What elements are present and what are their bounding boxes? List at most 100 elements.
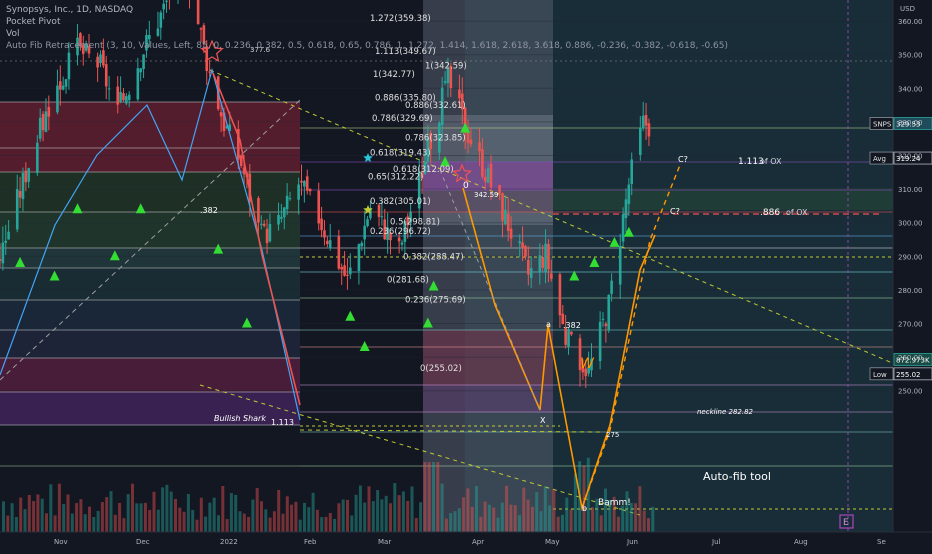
legend-volume[interactable]: Vol bbox=[6, 28, 728, 40]
candle-body bbox=[21, 172, 25, 200]
annotation-neckline: neckline 282.82 bbox=[697, 408, 754, 416]
time-tick-label: Se bbox=[877, 538, 886, 546]
volume-bar bbox=[118, 502, 122, 532]
candle-body bbox=[61, 85, 65, 90]
candle-body bbox=[498, 184, 501, 194]
candle-body bbox=[285, 195, 289, 210]
candle-body bbox=[119, 91, 122, 103]
volume-bar bbox=[565, 497, 569, 532]
candle-body bbox=[27, 168, 31, 182]
candle-body bbox=[337, 236, 341, 269]
candle-body bbox=[282, 207, 286, 218]
candle-body bbox=[647, 123, 651, 137]
volume-bar bbox=[470, 506, 474, 532]
volume-bar bbox=[152, 491, 156, 532]
candle-body bbox=[641, 115, 645, 129]
annotation-b-label: b bbox=[582, 504, 587, 513]
volume-bar bbox=[384, 495, 388, 532]
candle-body bbox=[277, 214, 280, 225]
legend-symbol[interactable]: Synopsys, Inc., 1D, NASDAQ bbox=[6, 4, 728, 16]
time-tick-label: Mar bbox=[378, 538, 391, 546]
candle-body bbox=[504, 209, 507, 224]
candle-body bbox=[268, 223, 272, 242]
volume-bar bbox=[496, 517, 500, 532]
volume-bar bbox=[358, 485, 362, 532]
fib-label: 1(342.77) bbox=[373, 70, 415, 80]
annotation-shark-1113: 1.113 bbox=[271, 418, 294, 427]
legend-auto-fib[interactable]: Auto Fib Retracement (3, 10, Values, Lef… bbox=[6, 40, 728, 52]
legend-pocket-pivot[interactable]: Pocket Pivot bbox=[6, 16, 728, 28]
volume-bar bbox=[513, 505, 517, 532]
volume-bar bbox=[285, 496, 289, 532]
volume-bar bbox=[191, 509, 195, 532]
volume-bar bbox=[453, 511, 457, 532]
candle-body bbox=[630, 159, 634, 185]
candle-body bbox=[469, 139, 473, 145]
badge-label: Avg bbox=[873, 155, 886, 163]
volume-bar bbox=[539, 511, 543, 532]
candle-body bbox=[219, 112, 223, 117]
candle-body bbox=[259, 223, 263, 225]
volume-bar bbox=[212, 497, 216, 532]
annotation-bamm: Bamm! bbox=[598, 498, 631, 508]
candle-body bbox=[64, 79, 68, 87]
candle-body bbox=[18, 190, 22, 198]
volume-bar bbox=[255, 487, 259, 532]
volume-bar bbox=[591, 507, 595, 532]
volume-bar bbox=[79, 499, 83, 532]
candle-body bbox=[618, 245, 622, 285]
candle-body bbox=[116, 86, 120, 105]
candle-body bbox=[96, 56, 99, 68]
candle-body bbox=[363, 225, 366, 240]
candle-body bbox=[303, 181, 306, 187]
candle-body bbox=[36, 142, 39, 173]
volume-bar bbox=[324, 516, 328, 532]
candle-body bbox=[1, 242, 5, 264]
candle-body bbox=[627, 184, 631, 205]
price-tick-label: 340.00 bbox=[898, 85, 923, 93]
badge-value: 872.973K bbox=[896, 356, 930, 364]
candle-body bbox=[320, 218, 323, 231]
candle-body bbox=[607, 294, 611, 331]
candle-body bbox=[349, 267, 352, 275]
candle-body bbox=[326, 240, 329, 245]
candle-body bbox=[481, 149, 484, 177]
volume-bar bbox=[432, 462, 435, 532]
volume-bar bbox=[109, 491, 113, 532]
volume-bar bbox=[126, 494, 130, 532]
volume-bar bbox=[530, 506, 534, 532]
badge-value: 319.24 bbox=[896, 155, 921, 163]
legend: Synopsys, Inc., 1D, NASDAQ Pocket Pivot … bbox=[6, 4, 728, 52]
annotation-ox113-tail: of OX bbox=[760, 157, 782, 166]
volume-bar bbox=[113, 514, 117, 532]
candle-body bbox=[443, 81, 447, 83]
candle-body bbox=[38, 117, 42, 139]
volume-bar bbox=[367, 486, 371, 532]
candle-body bbox=[397, 237, 401, 242]
candle-body bbox=[300, 180, 303, 183]
volume-bar bbox=[651, 506, 655, 532]
volume-bar bbox=[217, 515, 220, 532]
candle-body bbox=[288, 198, 292, 200]
candle-body bbox=[547, 244, 550, 270]
time-tick-label: Jul bbox=[711, 538, 721, 546]
volume-bar bbox=[225, 519, 229, 532]
volume-bar bbox=[242, 513, 246, 532]
volume-bar bbox=[389, 503, 392, 532]
earnings-marker-label: E bbox=[843, 518, 849, 528]
volume-bar bbox=[143, 502, 147, 532]
chart[interactable]: 0.618(385.52)1.272(359.38)1.113(349.67)1… bbox=[0, 0, 932, 550]
candle-body bbox=[343, 265, 346, 276]
candle-body bbox=[366, 219, 369, 227]
chart-canvas[interactable]: 0.618(385.52)1.272(359.38)1.113(349.67)1… bbox=[0, 0, 932, 550]
volume-bar bbox=[543, 486, 547, 532]
volume-bar bbox=[66, 494, 70, 532]
candle-body bbox=[305, 176, 309, 191]
candle-body bbox=[328, 240, 332, 249]
fib-label: 0(281.68) bbox=[387, 275, 429, 285]
candle-body bbox=[478, 142, 481, 152]
volume-bar bbox=[505, 485, 509, 532]
candle-body bbox=[570, 331, 573, 335]
volume-bar bbox=[161, 487, 165, 532]
candle-body bbox=[501, 193, 504, 221]
